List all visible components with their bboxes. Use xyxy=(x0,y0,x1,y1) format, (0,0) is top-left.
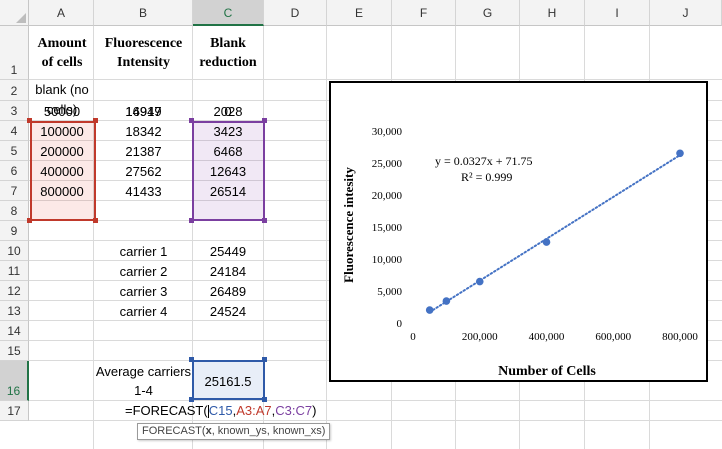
cell-c13[interactable]: 24524 xyxy=(193,301,263,321)
tooltip-function: FORECAST( xyxy=(142,425,206,437)
cell-c3[interactable]: 2028 xyxy=(193,101,263,121)
y-tick-label: 30,000 xyxy=(372,126,403,138)
cell-a3[interactable]: 50000 xyxy=(30,101,94,121)
x-tick-label: 800,000 xyxy=(662,331,698,343)
data-point-3 xyxy=(475,277,484,286)
row-header-16[interactable]: 16 xyxy=(0,361,29,401)
cell-a7[interactable]: 800000 xyxy=(30,181,94,201)
cell-b11[interactable]: carrier 2 xyxy=(95,261,192,281)
cell-b6[interactable]: 27562 xyxy=(95,161,192,181)
cell-c11[interactable]: 24184 xyxy=(193,261,263,281)
x-tick-label: 200,000 xyxy=(462,331,498,343)
cell-c5[interactable]: 6468 xyxy=(193,141,263,161)
row-header-12[interactable]: 12 xyxy=(0,281,29,301)
row-header-13[interactable]: 13 xyxy=(0,301,29,321)
cell-a4[interactable]: 100000 xyxy=(30,121,94,141)
cell-b7[interactable]: 41433 xyxy=(95,181,192,201)
column-header-b[interactable]: B xyxy=(94,0,193,26)
y-tick-label: 0 xyxy=(397,318,403,330)
data-point-4 xyxy=(542,238,551,246)
formula-entry[interactable]: =FORECAST(C15,A3:A7,C3:C7) xyxy=(125,403,316,419)
row-header-14[interactable]: 14 xyxy=(0,321,29,341)
x-axis-title: Number of Cells xyxy=(498,364,596,379)
select-all-corner[interactable] xyxy=(0,0,29,26)
column-header-h[interactable]: H xyxy=(520,0,585,26)
cell-b3[interactable]: 16947 xyxy=(95,101,192,121)
y-tick-label: 10,000 xyxy=(372,254,403,266)
range-handle[interactable] xyxy=(27,218,32,223)
cell-c12[interactable]: 26489 xyxy=(193,281,263,301)
x-tick-label: 0 xyxy=(410,331,416,343)
cell-c6[interactable]: 12643 xyxy=(193,161,263,181)
select-all-triangle xyxy=(16,13,26,23)
column-header-j[interactable]: J xyxy=(650,0,722,26)
cell-b10[interactable]: carrier 1 xyxy=(95,241,192,261)
data-point-5 xyxy=(676,149,684,158)
row-header-10[interactable]: 10 xyxy=(0,241,29,261)
row-header-7[interactable]: 7 xyxy=(0,181,29,201)
grid-line-vertical xyxy=(326,26,327,449)
range-handle[interactable] xyxy=(93,218,98,223)
row-header-8[interactable]: 8 xyxy=(0,201,29,221)
column-header-i[interactable]: I xyxy=(585,0,650,26)
cell-a5[interactable]: 200000 xyxy=(30,141,94,161)
header-fluorescence-intensity[interactable]: Fluorescence Intensity xyxy=(95,27,192,79)
data-point-1 xyxy=(425,306,434,314)
y-tick-label: 5,000 xyxy=(377,286,402,298)
formula-arg-c3-c7: C3:C7 xyxy=(275,403,313,418)
data-point-2 xyxy=(442,297,451,305)
cell-c15-average-value[interactable]: 25161.5 xyxy=(193,361,263,401)
cell-c10[interactable]: 25449 xyxy=(193,241,263,261)
y-tick-label: 25,000 xyxy=(372,158,403,170)
cell-b13[interactable]: carrier 4 xyxy=(95,301,192,321)
column-header-g[interactable]: G xyxy=(456,0,520,26)
column-header-f[interactable]: F xyxy=(392,0,456,26)
header-amount-of-cells[interactable]: Amount of cells xyxy=(30,27,94,79)
row-header-2[interactable]: 2 xyxy=(0,80,29,101)
cell-b5[interactable]: 21387 xyxy=(95,141,192,161)
column-header-d[interactable]: D xyxy=(264,0,327,26)
y-tick-label: 20,000 xyxy=(372,190,403,202)
scatter-chart: 0 5,000 10,000 15,000 20,000 25,000 30,000 0 200… xyxy=(341,126,698,379)
column-header-c[interactable]: C xyxy=(193,0,264,26)
formula-arg-c15: C15 xyxy=(208,403,233,418)
row-header-15[interactable]: 15 xyxy=(0,341,29,361)
cell-a6[interactable]: 400000 xyxy=(30,161,94,181)
column-header-a[interactable]: A xyxy=(29,0,94,26)
row-header-9[interactable]: 9 xyxy=(0,221,29,241)
grid-line-horizontal xyxy=(29,79,722,80)
row-header-17[interactable]: 17 xyxy=(0,401,29,421)
header-blank-reduction[interactable]: Blank reduction xyxy=(193,27,263,79)
range-handle[interactable] xyxy=(189,218,194,223)
range-handle[interactable] xyxy=(262,218,267,223)
formula-arg-a3-a7: A3:A7 xyxy=(236,403,272,418)
cell-c7[interactable]: 26514 xyxy=(193,181,263,201)
cell-b4[interactable]: 18342 xyxy=(95,121,192,141)
trendline-r-squared: R² = 0.999 xyxy=(461,170,512,184)
formula-suffix: ) xyxy=(312,403,317,418)
chart-box[interactable]: 0 5,000 10,000 15,000 20,000 25,000 30,000 0 200… xyxy=(329,81,708,382)
row-header-4[interactable]: 4 xyxy=(0,121,29,141)
row-header-5[interactable]: 5 xyxy=(0,141,29,161)
trendline-equation: y = 0.0327x + 71.75 xyxy=(435,154,533,168)
cell-c4[interactable]: 3423 xyxy=(193,121,263,141)
x-tick-label: 600,000 xyxy=(595,331,631,343)
y-axis-title: Fluorescence intesity xyxy=(341,167,356,283)
y-tick-label: 15,000 xyxy=(372,222,403,234)
cell-b12[interactable]: carrier 3 xyxy=(95,281,192,301)
column-header-e[interactable]: E xyxy=(327,0,392,26)
row-header-11[interactable]: 11 xyxy=(0,261,29,281)
row-header-1[interactable]: 1 xyxy=(0,26,29,80)
row-header-6[interactable]: 6 xyxy=(0,161,29,181)
row-header-3[interactable]: 3 xyxy=(0,101,29,121)
cell-b15-average-label[interactable]: Average carriers 1-4 xyxy=(95,361,192,401)
tooltip-args: , known_ys, known_xs) xyxy=(211,425,326,437)
formula-prefix: =FORECAST( xyxy=(125,403,208,418)
x-tick-label: 400,000 xyxy=(529,331,565,343)
function-tooltip[interactable]: FORECAST(x, known_ys, known_xs) xyxy=(137,423,331,440)
